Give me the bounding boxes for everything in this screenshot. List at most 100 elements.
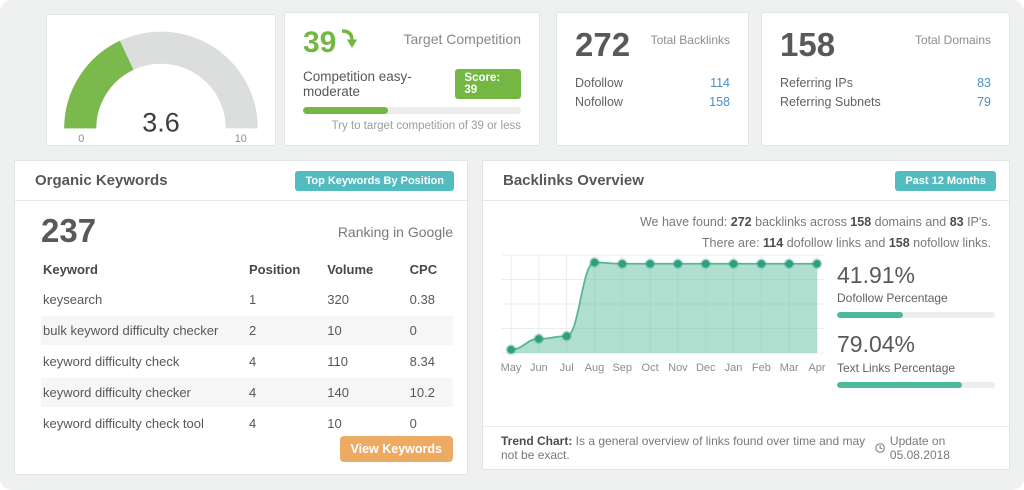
backlinks-overview-title: Backlinks Overview (503, 172, 644, 189)
position-cell: 4 (247, 378, 325, 407)
keyword-cell: keysearch (41, 285, 247, 314)
summary-line-1: We have found: 272 backlinks across 158 … (640, 212, 991, 233)
past-12-months-button[interactable]: Past 12 Months (895, 171, 996, 191)
percentage-stat-block: 41.91% Dofollow Percentage (837, 263, 995, 318)
top-keywords-by-position-button[interactable]: Top Keywords By Position (295, 171, 454, 191)
stat-row: Referring IPs 83 (780, 74, 991, 93)
keyword-cell: keyword difficulty check tool (41, 409, 247, 438)
stat-row-value-link[interactable]: 83 (977, 74, 991, 93)
stat-percentage: 79.04% (837, 332, 995, 357)
competition-hint: Try to target competition of 39 or less (303, 120, 521, 132)
keywords-table-row: keysearch 1 320 0.38 (41, 285, 453, 314)
competition-level-label: Competition easy-moderate (303, 69, 455, 99)
stat-percentage-bar-fill (837, 382, 962, 388)
summary-text: 158 (850, 215, 871, 229)
gauge-max-label: 10 (235, 133, 247, 145)
volume-cell: 10 (325, 316, 407, 345)
svg-text:Nov: Nov (668, 362, 688, 374)
stat-percentage-bar (837, 382, 995, 388)
organic-keywords-title: Organic Keywords (35, 172, 168, 189)
summary-text: nofollow links. (910, 236, 991, 250)
trend-chart-wrap[interactable]: MayJunJulAugSepOctNovDecJanFebMarApr (497, 247, 829, 384)
position-cell: 1 (247, 285, 325, 314)
stat-percentage: 41.91% (837, 263, 995, 288)
keywords-table-header: CPC (408, 256, 453, 283)
svg-text:Apr: Apr (808, 362, 825, 374)
keyword-cell: bulk keyword difficulty checker (41, 316, 247, 345)
keywords-table-header: Position (247, 256, 325, 283)
keyword-cell: keyword difficulty check (41, 347, 247, 376)
update-date-text: Update on 05.08.2018 (890, 434, 991, 462)
backlinks-overview-panel: Backlinks Overview Past 12 Months We hav… (482, 160, 1010, 470)
keywords-table-row: keyword difficulty checker 4 140 10.2 (41, 378, 453, 407)
competition-score: 39 (303, 28, 358, 58)
keywords-table-header-row: KeywordPositionVolumeCPC (41, 256, 453, 283)
svg-text:Dec: Dec (696, 362, 716, 374)
footnote-bold: Trend Chart: (501, 434, 572, 448)
svg-text:Jan: Jan (725, 362, 743, 374)
stat-percentage-label: Dofollow Percentage (837, 291, 995, 305)
summary-text: domains and (871, 215, 950, 229)
competition-score-value: 39 (303, 28, 336, 58)
gauge-min-label: 0 (78, 133, 84, 145)
volume-cell: 320 (325, 285, 407, 314)
position-cell: 4 (247, 409, 325, 438)
stat-row: Referring Subnets 79 (780, 93, 991, 112)
competition-progress-bar (303, 107, 521, 114)
svg-text:Aug: Aug (585, 362, 605, 374)
seo-dashboard: 3.6 0 10 39 Target Competition Competiti… (0, 0, 1024, 490)
stat-row-value-link[interactable]: 114 (710, 74, 730, 93)
summary-text: 83 (950, 215, 964, 229)
volume-cell: 10 (325, 409, 407, 438)
difficulty-gauge-card: 3.6 0 10 (46, 14, 276, 146)
backlinks-trend-chart[interactable]: MayJunJulAugSepOctNovDecJanFebMarApr (497, 247, 829, 379)
svg-text:Sep: Sep (612, 362, 632, 374)
keywords-table-header: Volume (325, 256, 407, 283)
total-domains-card: 158 Total Domains Referring IPs 83 Refer… (761, 12, 1010, 146)
stat-row-value-link[interactable]: 158 (709, 93, 730, 112)
summary-text: IP's. (964, 215, 991, 229)
update-date: Update on 05.08.2018 (875, 434, 991, 462)
svg-text:May: May (501, 362, 522, 374)
stat-row: Nofollow 158 (575, 93, 730, 112)
summary-text: backlinks across (752, 215, 851, 229)
stat-row-label: Referring Subnets (780, 93, 881, 112)
gauge-value: 3.6 (142, 108, 179, 138)
organic-keywords-panel: Organic Keywords Top Keywords By Positio… (14, 160, 468, 475)
svg-text:Mar: Mar (780, 362, 799, 374)
cpc-cell: 0.38 (408, 285, 453, 314)
trend-chart-footnote: Trend Chart: Is a general overview of li… (501, 434, 875, 462)
stat-row-value-link[interactable]: 79 (977, 93, 991, 112)
stat-row-label: Dofollow (575, 74, 623, 93)
ranking-in-google-label: Ranking in Google (338, 224, 453, 240)
keyword-cell: keyword difficulty checker (41, 378, 247, 407)
keywords-table-row: keyword difficulty check 4 110 8.34 (41, 347, 453, 376)
keywords-table-header: Keyword (41, 256, 247, 283)
position-cell: 2 (247, 316, 325, 345)
stat-percentage-label: Text Links Percentage (837, 361, 995, 375)
keywords-table-row: keyword difficulty check tool 4 10 0 (41, 409, 453, 438)
summary-text: 158 (889, 236, 910, 250)
svg-text:Jul: Jul (560, 362, 574, 374)
percentage-stat-block: 79.04% Text Links Percentage (837, 332, 995, 387)
view-keywords-button[interactable]: View Keywords (340, 436, 453, 462)
svg-text:Feb: Feb (752, 362, 771, 374)
trend-down-arrow-icon (341, 28, 358, 50)
cpc-cell: 0 (408, 409, 453, 438)
keywords-table: KeywordPositionVolumeCPC keysearch 1 320… (41, 254, 453, 440)
cpc-cell: 10.2 (408, 378, 453, 407)
cpc-cell: 8.34 (408, 347, 453, 376)
total-backlinks-count: 272 (575, 28, 630, 61)
cpc-cell: 0 (408, 316, 453, 345)
total-backlinks-title: Total Backlinks (651, 33, 730, 47)
stat-percentage-bar-fill (837, 312, 903, 318)
volume-cell: 140 (325, 378, 407, 407)
keywords-table-row: bulk keyword difficulty checker 2 10 0 (41, 316, 453, 345)
total-domains-title: Total Domains (915, 33, 991, 47)
summary-text: 272 (731, 215, 752, 229)
svg-text:Jun: Jun (530, 362, 548, 374)
summary-text: We have found: (640, 215, 731, 229)
stat-percentage-bar (837, 312, 995, 318)
clock-icon (875, 442, 885, 454)
volume-cell: 110 (325, 347, 407, 376)
